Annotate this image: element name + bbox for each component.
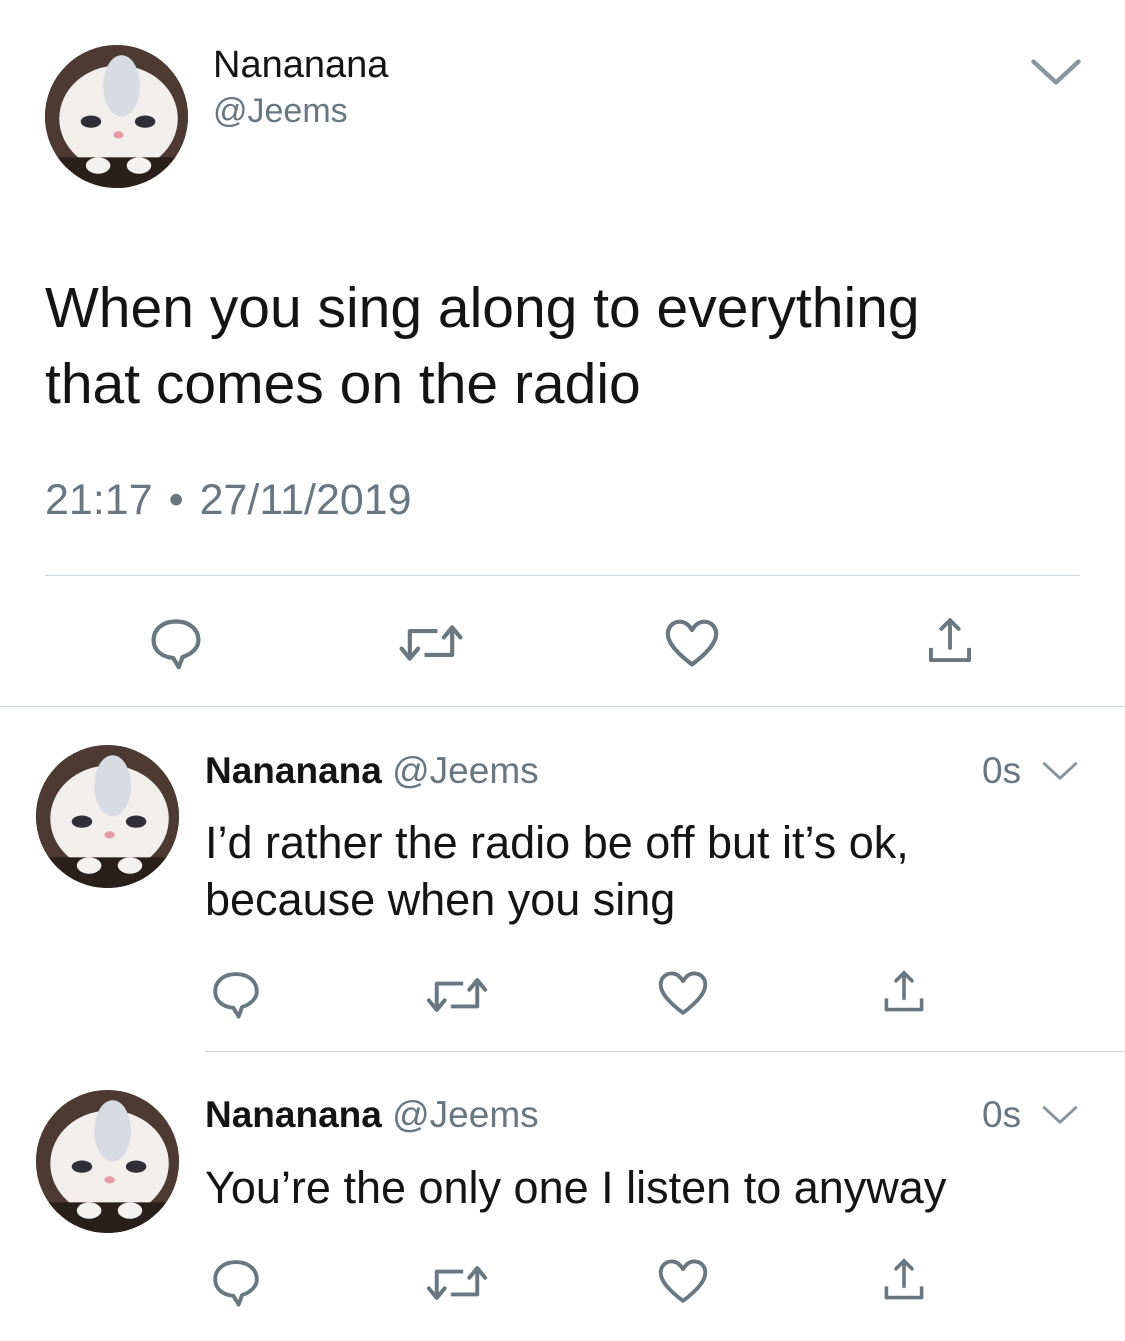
avatar[interactable] — [36, 745, 179, 888]
avatar[interactable] — [36, 1090, 179, 1233]
author-handle[interactable]: @Jeems — [392, 1094, 539, 1135]
tweet-age: 0s — [982, 750, 1022, 791]
tweet-age: 0s — [982, 1094, 1022, 1135]
heart-icon[interactable] — [664, 618, 720, 670]
chevron-down-icon[interactable] — [1042, 1104, 1078, 1126]
tweet-time: 21:17 — [45, 476, 153, 524]
heart-icon[interactable] — [657, 970, 709, 1018]
timestamp-separator: • — [168, 476, 184, 524]
retweet-icon[interactable] — [426, 973, 488, 1017]
tweet-timestamp[interactable]: 21:17 • 27/11/2019 — [45, 474, 412, 526]
tweet-text-line-2: that comes on the radio — [45, 352, 641, 416]
chevron-down-icon[interactable] — [1030, 56, 1082, 88]
tweet-text-line-1: You’re the only one I listen to anyway — [205, 1162, 947, 1213]
author-handle[interactable]: @Jeems — [213, 90, 348, 132]
avatar[interactable] — [45, 45, 188, 188]
chevron-down-icon[interactable] — [1042, 760, 1078, 782]
reply-icon[interactable] — [210, 968, 262, 1020]
tweet-text-line-1: I’d rather the radio be off but it’s ok, — [205, 817, 909, 868]
share-icon[interactable] — [924, 615, 976, 667]
author-name[interactable]: Nananana — [205, 750, 382, 791]
author-name[interactable]: Nananana — [213, 42, 388, 88]
author-handle[interactable]: @Jeems — [392, 750, 539, 791]
author-name[interactable]: Nananana — [205, 1094, 382, 1135]
divider — [205, 1051, 1125, 1052]
divider — [0, 706, 1125, 707]
share-icon[interactable] — [880, 968, 928, 1016]
retweet-icon[interactable] — [398, 620, 464, 666]
divider — [45, 575, 1080, 576]
tweet-text-line-2: because when you sing — [205, 874, 676, 925]
heart-icon[interactable] — [657, 1258, 709, 1306]
tweet-date: 27/11/2019 — [199, 476, 412, 524]
reply-author-line: Nananana @Jeems — [205, 1092, 539, 1138]
reply-icon[interactable] — [148, 615, 204, 671]
tweet-text-line-1: When you sing along to everything — [45, 276, 920, 340]
reply-icon[interactable] — [210, 1256, 262, 1308]
share-icon[interactable] — [880, 1256, 928, 1304]
reply-author-line: Nananana @Jeems — [205, 748, 539, 794]
retweet-icon[interactable] — [426, 1261, 488, 1305]
